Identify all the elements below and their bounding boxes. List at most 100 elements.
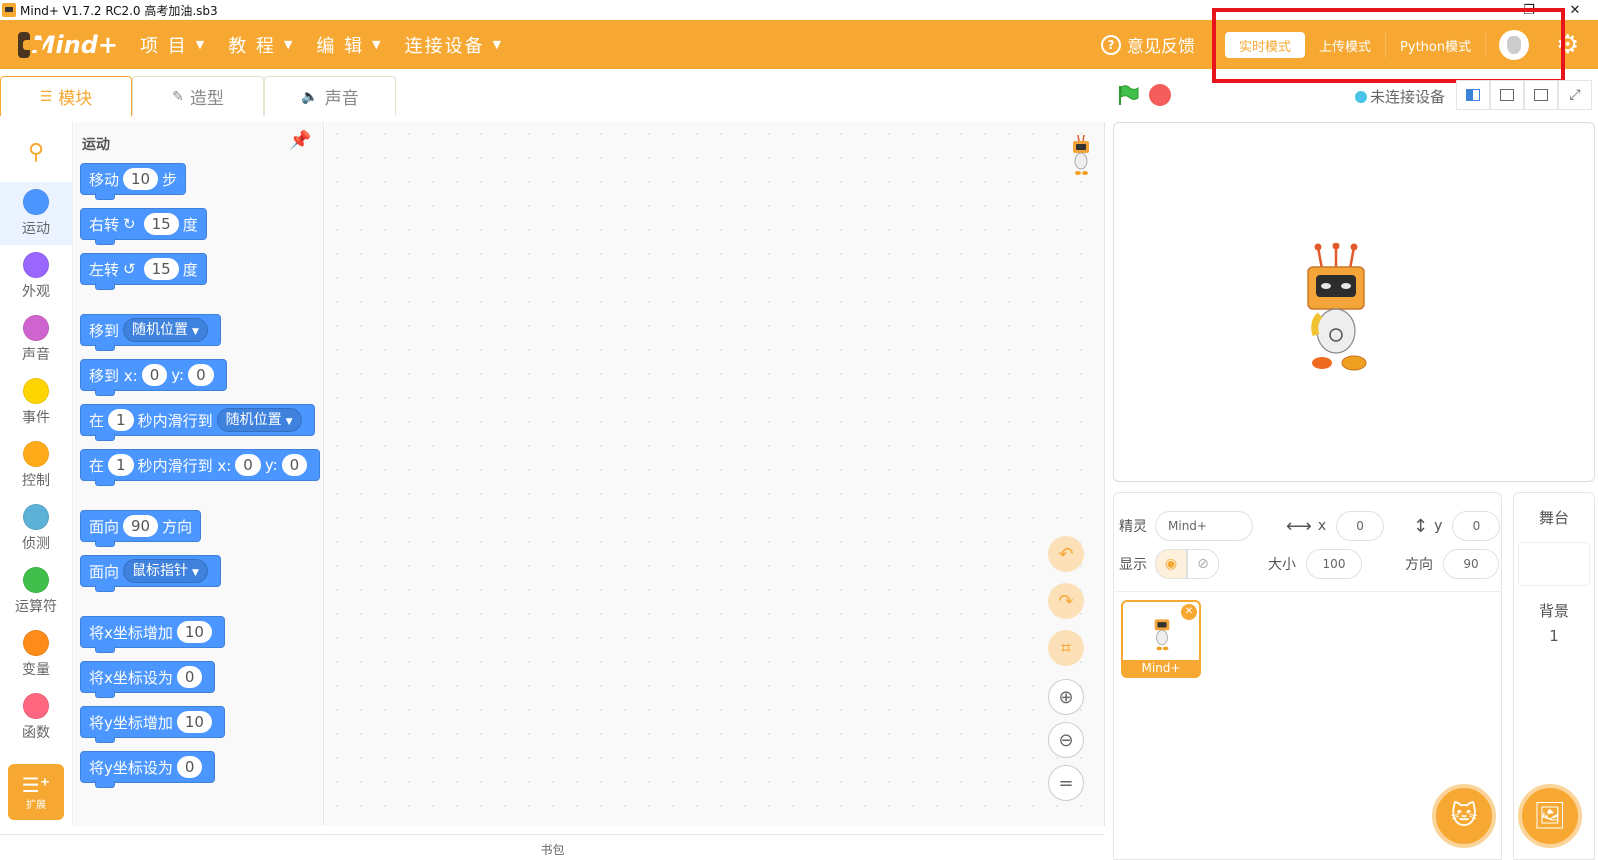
block-change-x[interactable]: 将x坐标增加 10 <box>80 616 225 653</box>
search-icon[interactable]: ⚲ <box>0 122 72 182</box>
block-point-direction[interactable]: 面向 90 方向 <box>80 510 202 547</box>
speaker-icon: 🔈 <box>301 88 319 105</box>
layout-hide-stage-button[interactable] <box>1524 80 1558 110</box>
caret-down-icon: ▼ <box>195 38 207 51</box>
category-operators[interactable]: 运算符 <box>0 560 72 623</box>
fullscreen-button[interactable]: ⤢ <box>1558 80 1592 110</box>
block-goto-xy[interactable]: 移到 x: 0 y: 0 <box>80 359 227 396</box>
block-dropdown[interactable]: 鼠标指针 ▼ <box>123 559 208 583</box>
menu-tutorial[interactable]: 教 程 ▼ <box>228 32 294 58</box>
sprite-size-input[interactable]: 100 <box>1306 549 1362 579</box>
layout-normal-stage-button[interactable] <box>1490 80 1524 110</box>
block-move-steps[interactable]: 移动 10 步 <box>80 163 187 200</box>
mindplus-robot-sprite[interactable] <box>1300 243 1380 378</box>
category-looks[interactable]: 外观 <box>0 245 72 308</box>
block-input[interactable]: 90 <box>123 515 159 537</box>
stop-button[interactable] <box>1149 84 1171 106</box>
extension-button[interactable]: ☰⁺ 扩展 <box>8 764 64 820</box>
redo-button[interactable]: ↷ <box>1048 583 1084 619</box>
category-variables[interactable]: 变量 <box>0 623 72 686</box>
zoom-out-button[interactable]: ⊖ <box>1048 722 1084 758</box>
cat-plus-icon: 🐱 <box>1450 801 1478 831</box>
zoom-reset-button[interactable]: = <box>1048 765 1084 801</box>
block-dropdown[interactable]: 随机位置 ▼ <box>123 318 208 342</box>
zoom-in-button[interactable]: ⊕ <box>1048 679 1084 715</box>
category-motion[interactable]: 运动 <box>0 182 72 245</box>
eye-icon: ◉ <box>1164 556 1178 572</box>
category-sensing[interactable]: 侦测 <box>0 497 72 560</box>
category-control[interactable]: 控制 <box>0 434 72 497</box>
block-turn-left[interactable]: 左转 ↺ 15 度 <box>80 253 207 290</box>
pin-icon[interactable]: 📌 <box>289 130 311 151</box>
category-color-icon <box>23 504 49 530</box>
block-glide-to[interactable]: 在 1 秒内滑行到 随机位置 ▼ <box>80 404 315 441</box>
block-turn-right[interactable]: 右转 ↻ 15 度 <box>80 208 207 245</box>
block-input[interactable]: 0 <box>281 454 308 476</box>
category-color-icon <box>23 252 49 278</box>
green-flag-icon[interactable] <box>1117 84 1139 106</box>
add-backdrop-button[interactable]: 🖼 <box>1518 784 1582 848</box>
menu-project[interactable]: 项 目 ▼ <box>140 32 206 58</box>
block-input[interactable]: 10 <box>176 621 212 643</box>
show-sprite-button[interactable]: ◉ <box>1155 549 1187 579</box>
highlight-box <box>1212 8 1565 83</box>
delete-sprite-icon[interactable]: ✕ <box>1181 604 1197 620</box>
stage-view-buttons: ⤢ <box>1456 80 1592 110</box>
block-input[interactable]: 1 <box>108 409 134 431</box>
sprite-y-input[interactable]: 0 <box>1452 511 1501 541</box>
tab-sounds[interactable]: 🔈 声音 <box>264 76 396 116</box>
stage-thumbnail <box>1518 542 1590 586</box>
backpack-bar[interactable]: 书包 <box>0 834 1105 860</box>
blocks-icon: ☰ <box>39 88 53 105</box>
layout-small-stage-button[interactable] <box>1456 80 1490 110</box>
tab-blocks[interactable]: ☰ 模块 <box>0 76 132 116</box>
block-categories: ⚲ 运动 外观 声音 事件 控制 侦测 运算符 变量 函数 ☰⁺ 扩展 <box>0 122 73 826</box>
caret-down-icon: ▼ <box>492 38 504 51</box>
connection-dot-icon <box>1355 90 1367 103</box>
block-input[interactable]: 0 <box>176 756 203 778</box>
block-glide-xy[interactable]: 在 1 秒内滑行到 x: 0 y: 0 <box>80 449 321 486</box>
zoom-out-icon: ⊖ <box>1058 729 1074 751</box>
feedback-button[interactable]: ? 意见反馈 <box>1101 32 1195 57</box>
layout-icon <box>1466 89 1480 101</box>
sprite-x-row: ⟷ x 0 <box>1286 511 1385 541</box>
help-icon: ? <box>1101 34 1121 55</box>
crop-button[interactable]: ⌗ <box>1048 630 1084 666</box>
block-input[interactable]: 0 <box>141 364 168 386</box>
block-input[interactable]: 0 <box>188 364 214 386</box>
block-point-towards[interactable]: 面向 鼠标指针 ▼ <box>80 555 221 592</box>
block-input[interactable]: 10 <box>176 711 212 733</box>
brush-icon: ✎ <box>172 88 184 105</box>
block-input[interactable]: 0 <box>235 454 261 476</box>
block-input[interactable]: 15 <box>143 213 179 235</box>
menu-edit[interactable]: 编 辑 ▼ <box>316 32 382 58</box>
category-sound[interactable]: 声音 <box>0 308 72 371</box>
tab-costumes[interactable]: ✎ 造型 <box>132 76 264 116</box>
sprite-card-label: Mind+ <box>1123 660 1199 676</box>
block-change-y[interactable]: 将y坐标增加 10 <box>80 706 225 743</box>
code-workspace[interactable] <box>325 122 1105 826</box>
block-input[interactable]: 15 <box>143 258 179 280</box>
sprite-name-input[interactable]: Mind+ <box>1155 511 1253 541</box>
add-sprite-button[interactable]: 🐱 <box>1432 784 1496 848</box>
caret-down-icon: ▼ <box>372 38 383 51</box>
block-input[interactable]: 0 <box>176 666 203 688</box>
block-set-x[interactable]: 将x坐标设为 0 <box>80 661 216 698</box>
category-functions[interactable]: 函数 <box>0 686 72 749</box>
hide-sprite-button[interactable]: ⊘ <box>1187 549 1219 579</box>
block-set-y[interactable]: 将y坐标设为 0 <box>80 751 216 788</box>
block-dropdown[interactable]: 随机位置 ▼ <box>216 408 302 432</box>
palette-section-title: 运动 <box>82 137 110 153</box>
category-events[interactable]: 事件 <box>0 371 72 434</box>
sprite-x-input[interactable]: 0 <box>1336 511 1385 541</box>
eye-off-icon: ⊘ <box>1197 556 1209 572</box>
image-plus-icon: 🖼 <box>1533 801 1567 831</box>
sprite-card[interactable]: ✕ Mind+ <box>1121 600 1201 678</box>
undo-button[interactable]: ↶ <box>1048 536 1084 572</box>
menu-connect-device[interactable]: 连接设备 ▼ <box>405 32 503 58</box>
sprite-direction-input[interactable]: 90 <box>1443 549 1499 579</box>
block-goto[interactable]: 移到 随机位置 ▼ <box>80 314 221 351</box>
block-input[interactable]: 1 <box>108 454 134 476</box>
block-input[interactable]: 10 <box>123 168 159 190</box>
category-color-icon <box>23 441 49 467</box>
